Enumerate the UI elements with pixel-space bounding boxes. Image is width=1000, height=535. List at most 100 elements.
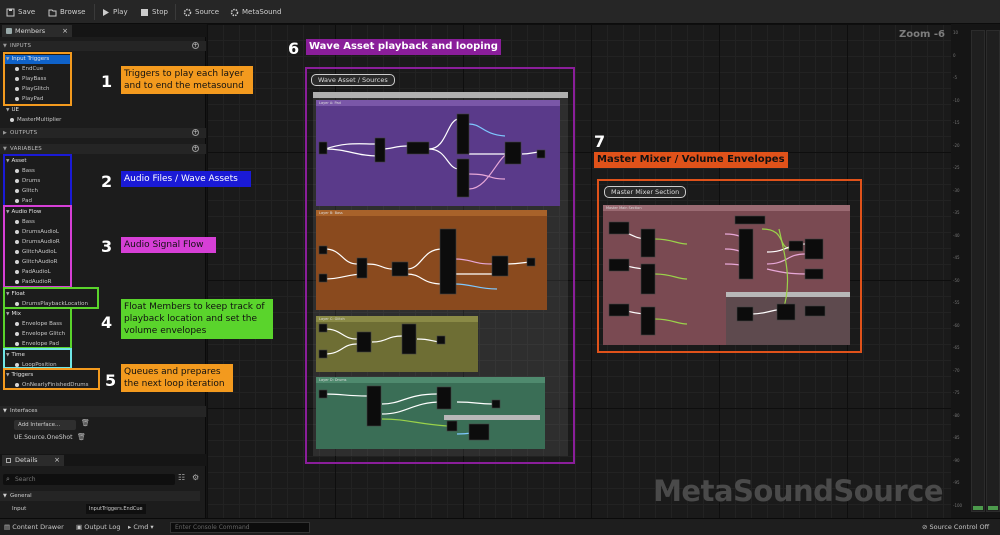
input-property-value[interactable]: InputTriggers.EndCue <box>86 504 146 514</box>
variables-section-label: VARIABLES <box>10 146 42 152</box>
add-input-icon[interactable]: + <box>192 42 199 49</box>
cmd-dropdown[interactable]: ▸ Cmd ▾ <box>128 522 154 533</box>
meter-scale-label: -15 <box>953 120 960 125</box>
metasound-editor-window: Save Browse Play Stop Source MetaSound M… <box>0 0 1000 535</box>
outputs-section-header[interactable]: ▶ OUTPUTS + <box>0 128 206 138</box>
annotation-note-5: Queues and prepares the next loop iterat… <box>121 364 233 392</box>
audio-meter-right <box>986 30 1000 512</box>
annotation-box-5 <box>3 368 100 390</box>
interfaces-title: Interfaces <box>10 408 38 414</box>
add-variable-icon[interactable]: + <box>192 145 199 152</box>
close-icon[interactable]: × <box>54 455 60 466</box>
stop-icon <box>141 8 148 16</box>
annotation-note-4: Float Members to keep track of playback … <box>121 299 273 339</box>
annotation-number-5: 5 <box>105 371 117 390</box>
save-button[interactable]: Save <box>6 5 35 19</box>
output-log-button[interactable]: ▣ Output Log <box>76 522 120 533</box>
source-control-label: Source Control Off <box>929 523 990 531</box>
output-log-icon: ▣ <box>76 523 85 531</box>
annotation-note-2: Audio Files / Wave Assets <box>121 171 251 187</box>
source-control-button[interactable]: ⊘ Source Control Off <box>922 522 989 533</box>
metasound-button[interactable]: MetaSound <box>230 5 281 19</box>
meter-scale-label: 10 <box>953 30 959 35</box>
left-panel: Members × ▼ INPUTS + ▼ Input Triggers End… <box>0 24 206 518</box>
expand-arrow-icon: ▶ <box>3 130 8 136</box>
meter-scale-label: -45 <box>953 255 960 260</box>
meter-scale-label: -55 <box>953 300 960 305</box>
details-search-placeholder: Search <box>15 476 36 483</box>
save-label: Save <box>18 8 36 16</box>
members-tab-bar: Members × <box>0 24 206 37</box>
status-bar: ▤ Content Drawer ▣ Output Log ▸ Cmd ▾ En… <box>0 518 1000 535</box>
console-command-input[interactable]: Enter Console Command <box>170 522 310 533</box>
inputs-section-header[interactable]: ▼ INPUTS + <box>0 41 206 51</box>
trash-icon[interactable]: 🗑 <box>81 419 90 427</box>
annotation-note-7: Master Mixer / Volume Envelopes <box>594 152 788 168</box>
variables-section-header[interactable]: ▼ VARIABLES + <box>0 144 206 154</box>
general-section-header[interactable]: ▼ General <box>0 491 200 501</box>
metasound-gear-icon <box>230 8 239 16</box>
meter-scale-label: -90 <box>953 457 960 463</box>
toolbar-divider <box>94 4 95 20</box>
meter-scale-label: -40 <box>953 232 960 238</box>
category-label: UE <box>11 107 19 113</box>
meter-scale-label: -85 <box>953 435 960 440</box>
input-property-label: Input <box>12 506 27 512</box>
annotation-note-3: Audio Signal Flow <box>121 237 216 253</box>
metasound-graph-canvas[interactable]: Zoom -6 MetaSoundSource Wave Asset / Sou… <box>207 24 951 518</box>
source-control-icon: ⊘ <box>922 523 930 531</box>
meter-scale-label: -75 <box>953 390 960 395</box>
details-icon <box>6 458 11 463</box>
add-interface-dropdown[interactable]: Add Interface... <box>14 420 76 430</box>
annotation-box-2 <box>3 154 72 207</box>
close-icon[interactable]: × <box>62 25 68 37</box>
annotation-box-3 <box>3 205 72 288</box>
meter-scale-label: -95 <box>953 480 960 485</box>
annotation-number-6: 6 <box>288 39 300 58</box>
annotation-number-3: 3 <box>101 237 113 256</box>
meter-scale-label: 0 <box>953 52 956 58</box>
view-options-icon[interactable]: ☷ <box>178 473 185 482</box>
main-toolbar: Save Browse Play Stop Source MetaSound <box>0 0 1000 24</box>
stop-label: Stop <box>152 8 168 16</box>
collapse-arrow-icon: ▼ <box>3 493 7 499</box>
tab-members[interactable]: Members × <box>2 25 72 37</box>
stop-button[interactable]: Stop <box>140 5 168 19</box>
collapse-arrow-icon: ▼ <box>3 43 8 49</box>
annotation-note-6: Wave Asset playback and looping <box>306 39 501 55</box>
save-icon <box>6 8 15 16</box>
tab-details[interactable]: Details × <box>2 455 64 466</box>
meter-scale-label: -30 <box>953 187 960 193</box>
browse-button[interactable]: Browse <box>48 5 86 19</box>
annotation-note-1: Triggers to play each layer and to end t… <box>121 66 253 94</box>
details-search-input[interactable]: ⌕ Search <box>3 474 175 485</box>
meter-scale-label: -5 <box>953 75 957 80</box>
trash-icon[interactable]: 🗑 <box>77 433 86 441</box>
chevron-down-icon: ▾ <box>148 523 154 531</box>
browse-label: Browse <box>60 8 86 16</box>
interfaces-header[interactable]: ▼ Interfaces <box>0 406 206 417</box>
annotation-number-4: 4 <box>101 313 113 332</box>
members-icon <box>6 28 12 34</box>
inputs-section-label: INPUTS <box>10 43 32 49</box>
meter-scale-label: -60 <box>953 322 960 328</box>
content-drawer-button[interactable]: ▤ Content Drawer <box>4 522 64 533</box>
annotation-number-7: 7 <box>594 132 606 151</box>
add-output-icon[interactable]: + <box>192 129 199 136</box>
settings-icon[interactable]: ⚙ <box>192 473 199 482</box>
content-drawer-icon: ▤ <box>4 523 13 531</box>
meter-scale-label: -80 <box>953 412 960 418</box>
interface-item: UE.Source.OneShot <box>14 434 73 441</box>
category-ue[interactable]: ▼ UE <box>6 106 19 115</box>
meter-scale-label: -70 <box>953 367 960 373</box>
source-button[interactable]: Source <box>183 5 219 19</box>
meter-scale-label: -10 <box>953 97 960 103</box>
meter-scale-label: -65 <box>953 345 960 350</box>
annotation-box-1 <box>3 52 72 106</box>
annotation-box-4b <box>3 307 72 349</box>
members-tab-label: Members <box>15 27 46 35</box>
annotation-box-4a <box>3 287 99 309</box>
play-button[interactable]: Play <box>101 5 128 19</box>
member-mastermultiplier[interactable]: MasterMultiplier <box>10 116 61 124</box>
meter-scale-label: -50 <box>953 277 960 283</box>
